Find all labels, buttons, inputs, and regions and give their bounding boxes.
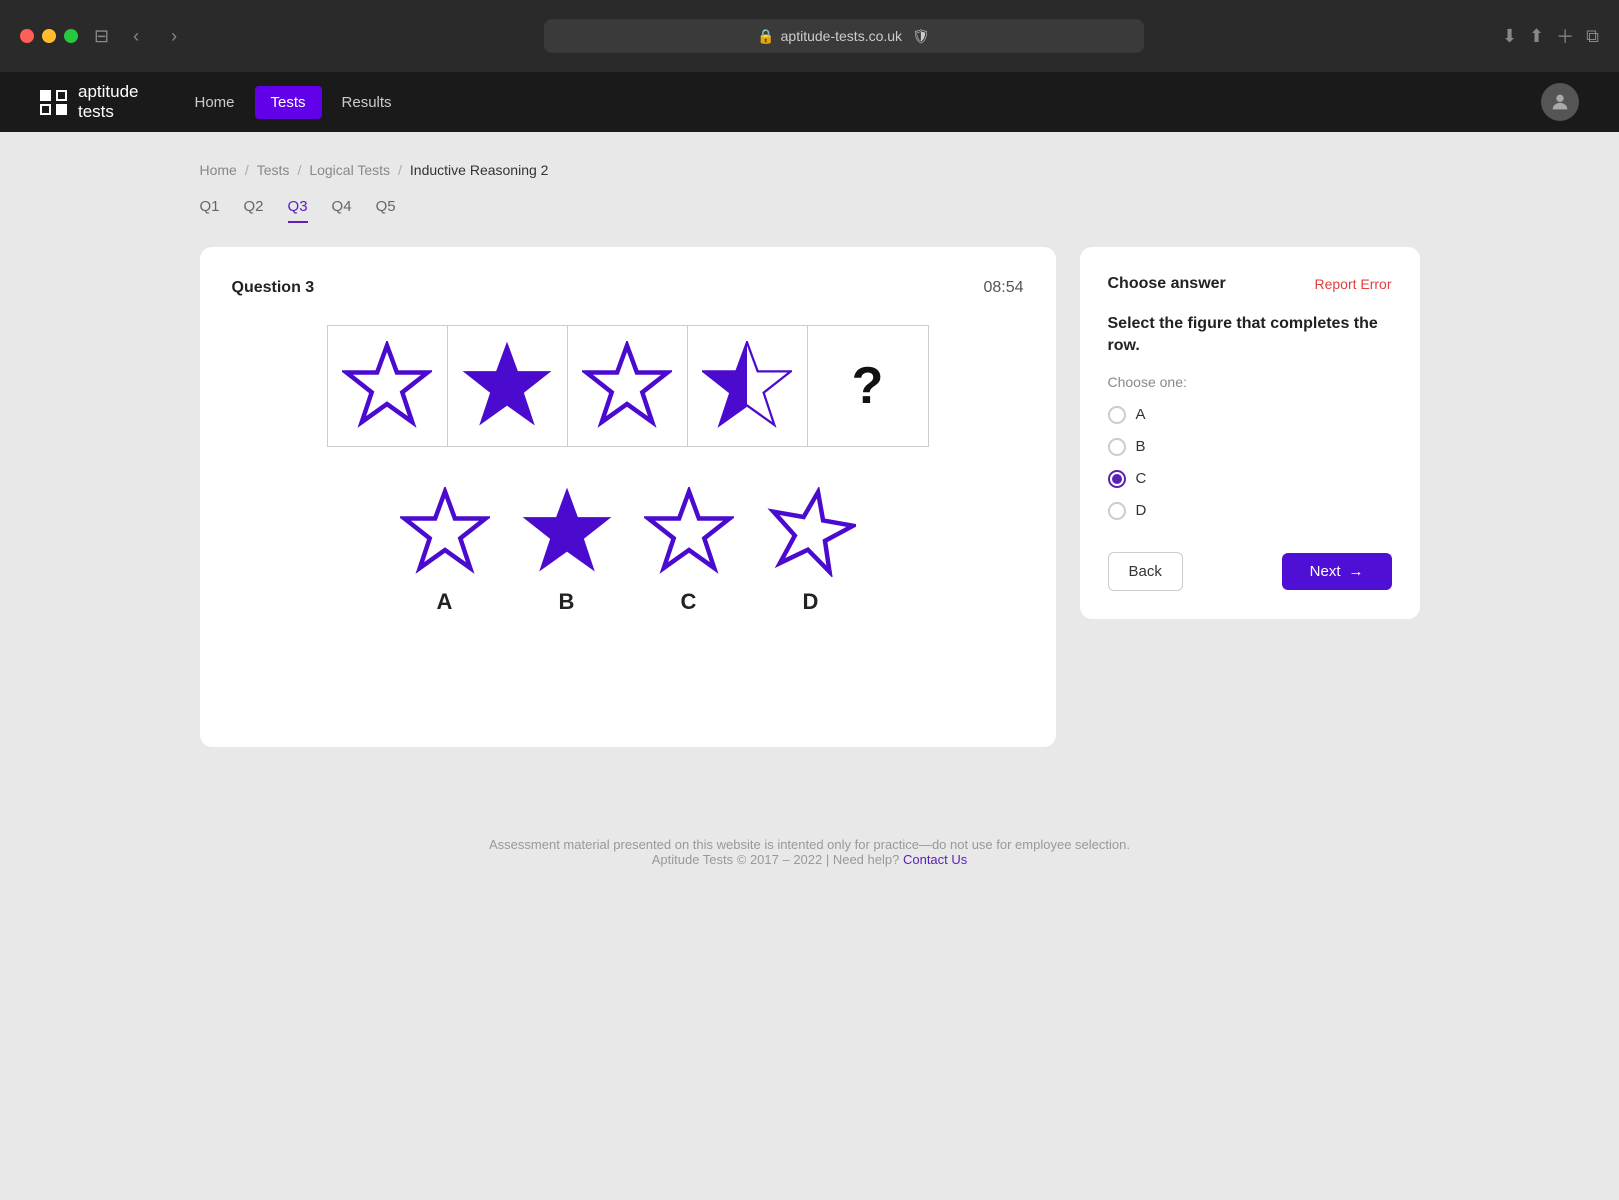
page-content: Home / Tests / Logical Tests / Inductive… [160,132,1460,777]
traffic-lights [20,29,78,43]
radio-label-d: D [1136,502,1147,519]
share-icon[interactable]: ⬆ [1529,26,1544,47]
lock-icon: 🔒 [757,28,774,45]
logo-area: aptitude tests [40,82,139,122]
download-icon[interactable]: ⬇ [1502,26,1517,47]
pattern-cell-5: ? [808,326,928,446]
pattern-cell-1 [328,326,448,446]
tab-q1[interactable]: Q1 [200,198,220,223]
next-label: Next [1310,563,1341,580]
radio-a[interactable] [1108,406,1126,424]
answer-panel: Choose answer Report Error Select the fi… [1080,247,1420,619]
breadcrumb-current: Inductive Reasoning 2 [410,162,549,178]
radio-label-b: B [1136,438,1146,455]
contact-link[interactable]: Contact Us [903,852,967,867]
maximize-button[interactable] [64,29,78,43]
pattern-cell-3 [568,326,688,446]
pattern-cells: ? [327,325,929,447]
navbar: aptitude tests Home Tests Results [0,72,1619,132]
option-b-label: B [559,589,575,615]
pattern-cell-2 [448,326,568,446]
breadcrumb-tests[interactable]: Tests [257,162,290,178]
pattern-cell-4 [688,326,808,446]
option-d-label: D [803,589,819,615]
back-browser-button[interactable]: ‹ [125,22,147,51]
choose-one-label: Choose one: [1108,374,1392,390]
star-half-icon [702,341,792,431]
main-layout: Question 3 08:54 [200,247,1420,747]
tab-q3[interactable]: Q3 [288,198,308,223]
star-outline-2-icon [582,341,672,431]
forward-browser-button[interactable]: › [163,22,185,51]
answer-option-c[interactable]: C [644,487,734,615]
panel-actions: Back Next → [1108,552,1392,591]
sidebar-toggle-button[interactable]: ⊟ [94,26,109,47]
question-card: Question 3 08:54 [200,247,1056,747]
minimize-button[interactable] [42,29,56,43]
question-prompt: Select the figure that completes the row… [1108,313,1392,358]
pattern-row: ? [232,325,1024,447]
radio-option-a[interactable]: A [1108,406,1392,424]
question-header: Question 3 08:54 [232,279,1024,297]
user-icon [1549,91,1571,113]
address-bar[interactable]: 🔒 aptitude-tests.co.uk 🛡 [544,19,1144,53]
timer: 08:54 [983,279,1023,297]
answer-option-a[interactable]: A [400,487,490,615]
footer-copyright: Aptitude Tests © 2017 – 2022 | Need help… [20,852,1599,867]
tabs-icon[interactable]: ⧉ [1586,26,1599,47]
radio-b[interactable] [1108,438,1126,456]
radio-options: A B C D [1108,406,1392,520]
answer-option-d[interactable]: D [766,487,856,615]
breadcrumb-logical-tests[interactable]: Logical Tests [309,162,390,178]
back-button[interactable]: Back [1108,552,1183,591]
new-tab-icon[interactable]: ＋ [1556,23,1574,49]
nav-links: Home Tests Results [179,86,1542,119]
footer: Assessment material presented on this we… [0,777,1619,897]
question-mark: ? [852,356,884,416]
nav-tests[interactable]: Tests [255,86,322,119]
next-button[interactable]: Next → [1282,553,1392,590]
radio-option-c[interactable]: C [1108,470,1392,488]
next-arrow-icon: → [1349,563,1364,580]
report-error-link[interactable]: Report Error [1314,276,1391,292]
user-avatar[interactable] [1541,83,1579,121]
radio-label-a: A [1136,406,1146,423]
tab-q4[interactable]: Q4 [332,198,352,223]
tab-q5[interactable]: Q5 [376,198,396,223]
option-c-label: C [681,589,697,615]
close-button[interactable] [20,29,34,43]
star-outline-icon [342,341,432,431]
nav-results[interactable]: Results [326,86,408,119]
star-d-icon [766,487,856,577]
logo-text: aptitude tests [78,82,139,122]
nav-home[interactable]: Home [179,86,251,119]
browser-actions: ⬇ ⬆ ＋ ⧉ [1502,23,1599,49]
answer-option-b[interactable]: B [522,487,612,615]
tab-q2[interactable]: Q2 [244,198,264,223]
choose-answer-title: Choose answer [1108,275,1226,293]
star-a-icon [400,487,490,577]
star-c-icon [644,487,734,577]
question-number: Question 3 [232,279,315,297]
star-b-icon [522,487,612,577]
breadcrumb: Home / Tests / Logical Tests / Inductive… [200,162,1420,178]
url-text: aptitude-tests.co.uk [781,28,902,44]
star-filled-icon [462,341,552,431]
answer-options-row: A B C [232,487,1024,615]
radio-option-b[interactable]: B [1108,438,1392,456]
question-tabs: Q1 Q2 Q3 Q4 Q5 [200,198,1420,223]
footer-disclaimer: Assessment material presented on this we… [20,837,1599,852]
browser-chrome: ⊟ ‹ › 🔒 aptitude-tests.co.uk 🛡 ⬇ ⬆ ＋ ⧉ [0,0,1619,72]
radio-option-d[interactable]: D [1108,502,1392,520]
option-a-label: A [437,589,453,615]
answer-panel-header: Choose answer Report Error [1108,275,1392,293]
shield-icon: 🛡 [912,28,930,45]
breadcrumb-home[interactable]: Home [200,162,237,178]
radio-c[interactable] [1108,470,1126,488]
logo-icon [40,90,68,115]
radio-d[interactable] [1108,502,1126,520]
radio-label-c: C [1136,470,1147,487]
